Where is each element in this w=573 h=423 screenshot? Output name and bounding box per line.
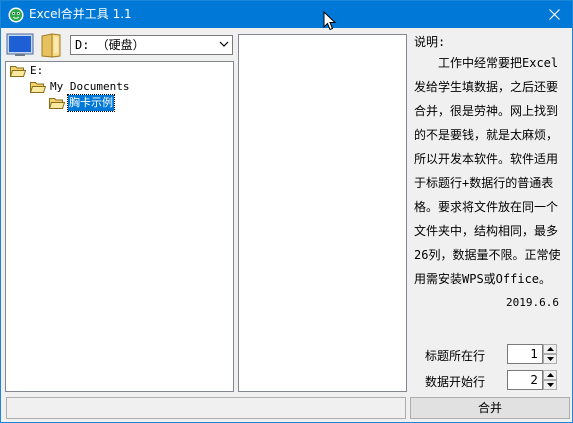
mouse-cursor-icon (323, 11, 337, 31)
close-icon (549, 9, 560, 20)
open-folder-icon (10, 66, 26, 77)
increment-button[interactable] (543, 344, 557, 354)
title-row-value: 1 (530, 347, 538, 361)
description-title: 说明: (414, 35, 446, 49)
drive-select-value: D: （硬盘） (75, 38, 145, 52)
directory-tree[interactable]: E: My Documents 胸卡示例 (5, 61, 234, 392)
close-button[interactable] (538, 1, 572, 28)
arrow-down-icon (547, 383, 554, 387)
file-list[interactable] (238, 34, 407, 392)
merge-button[interactable]: 合并 (410, 397, 570, 419)
data-start-row-input[interactable]: 2 (507, 370, 543, 390)
decrement-button[interactable] (543, 380, 557, 390)
description-date: 2019.6.6 (506, 296, 559, 309)
monitor-icon (6, 33, 34, 56)
tree-item-label: 胸卡示例 (67, 94, 115, 112)
app-logo-icon (8, 7, 24, 23)
drive-select[interactable]: D: （硬盘） (70, 35, 233, 55)
chevron-down-icon (219, 41, 229, 47)
tree-item-label: E: (30, 64, 44, 77)
title-bar[interactable]: Excel合并工具 1.1 (1, 1, 572, 28)
data-start-row-setting: 数据开始行 2 (410, 370, 571, 392)
open-folder-icon (49, 98, 65, 109)
description-text: 工作中经常要把Excel发给学生填数据，之后还要合并，很是劳神。网上找到的不是要… (414, 56, 561, 286)
arrow-up-icon (547, 347, 554, 351)
open-folder-icon (30, 82, 46, 93)
status-bar (6, 397, 406, 419)
decrement-button[interactable] (543, 354, 557, 364)
data-start-row-value: 2 (530, 373, 538, 387)
arrow-down-icon (547, 357, 554, 361)
arrow-up-icon (547, 373, 554, 377)
window-title: Excel合并工具 1.1 (29, 7, 132, 21)
tree-item-label: My Documents (50, 80, 130, 93)
description-panel: 说明: 工作中经常要把Excel发给学生填数据，之后还要合并，很是劳神。网上找到… (410, 27, 571, 342)
title-row-setting: 标题所在行 1 (410, 344, 571, 366)
data-start-row-label: 数据开始行 (425, 375, 486, 389)
computer-button[interactable] (6, 32, 34, 58)
app-window: Excel合并工具 1.1 D: （硬盘） E: My Documents 胸卡… (0, 0, 573, 423)
title-row-input[interactable]: 1 (507, 344, 543, 364)
folder-icon (41, 33, 61, 58)
title-row-stepper[interactable] (543, 344, 557, 364)
title-row-label: 标题所在行 (425, 349, 486, 363)
increment-button[interactable] (543, 370, 557, 380)
data-start-row-stepper[interactable] (543, 370, 557, 390)
folder-button[interactable] (38, 32, 66, 58)
